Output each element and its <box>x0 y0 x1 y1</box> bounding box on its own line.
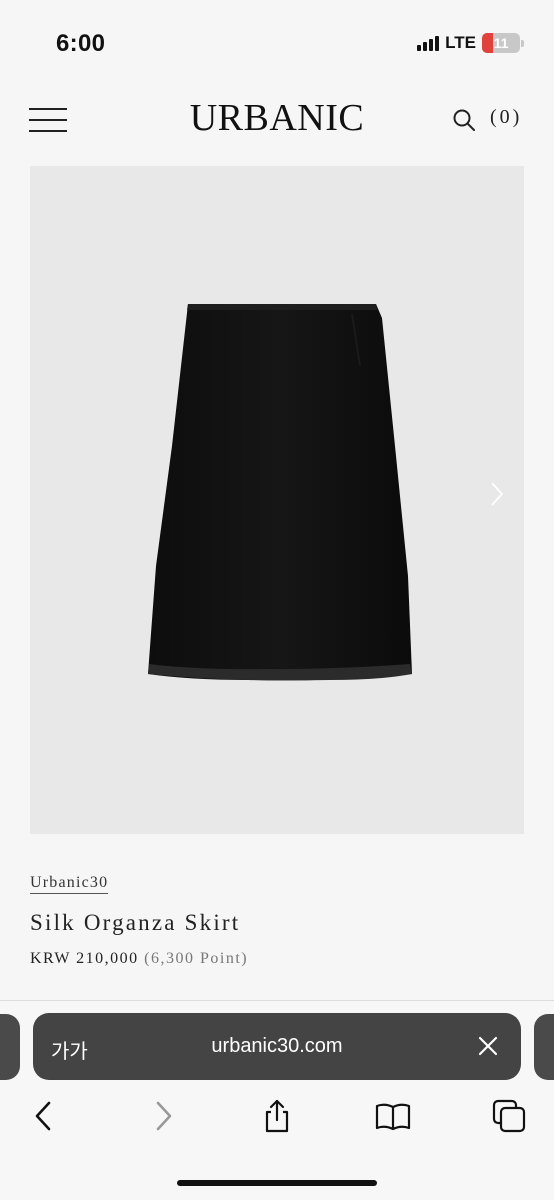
cart-count[interactable]: (0) <box>490 106 522 129</box>
forward-icon[interactable] <box>145 1098 181 1134</box>
signal-icon <box>417 35 440 51</box>
search-icon[interactable] <box>452 108 476 132</box>
battery-icon: 11 <box>482 33 520 53</box>
product-brand-link[interactable]: Urbanic30 <box>30 874 109 894</box>
product-points: (6,300 Point) <box>144 950 249 967</box>
address-bar[interactable]: 가가 urbanic30.com <box>33 1013 521 1080</box>
tabs-icon[interactable] <box>491 1098 527 1134</box>
product-price-line: KRW 210,000 (6,300 Point) <box>30 950 248 968</box>
bookmarks-icon[interactable] <box>375 1098 411 1134</box>
product-price: KRW 210,000 <box>30 950 139 967</box>
home-indicator <box>177 1180 377 1186</box>
chevron-right-icon[interactable] <box>489 480 505 508</box>
site-header: URBANIC (0) <box>0 88 554 158</box>
url-text: urbanic30.com <box>211 1035 343 1057</box>
status-indicators: LTE 11 <box>417 33 524 53</box>
status-bar: 6:00 LTE 11 <box>0 0 554 88</box>
network-type: LTE <box>445 33 476 52</box>
battery-percent: 11 <box>493 35 509 51</box>
back-icon[interactable] <box>26 1098 62 1134</box>
close-icon[interactable] <box>477 1035 499 1057</box>
status-time: 6:00 <box>56 30 106 57</box>
product-name: Silk Organza Skirt <box>30 910 241 935</box>
product-image[interactable] <box>30 166 524 834</box>
share-icon[interactable] <box>259 1098 295 1134</box>
next-tab-preview[interactable] <box>534 1014 554 1080</box>
previous-tab-preview[interactable] <box>0 1014 20 1080</box>
black-skirt-photo <box>148 304 412 681</box>
